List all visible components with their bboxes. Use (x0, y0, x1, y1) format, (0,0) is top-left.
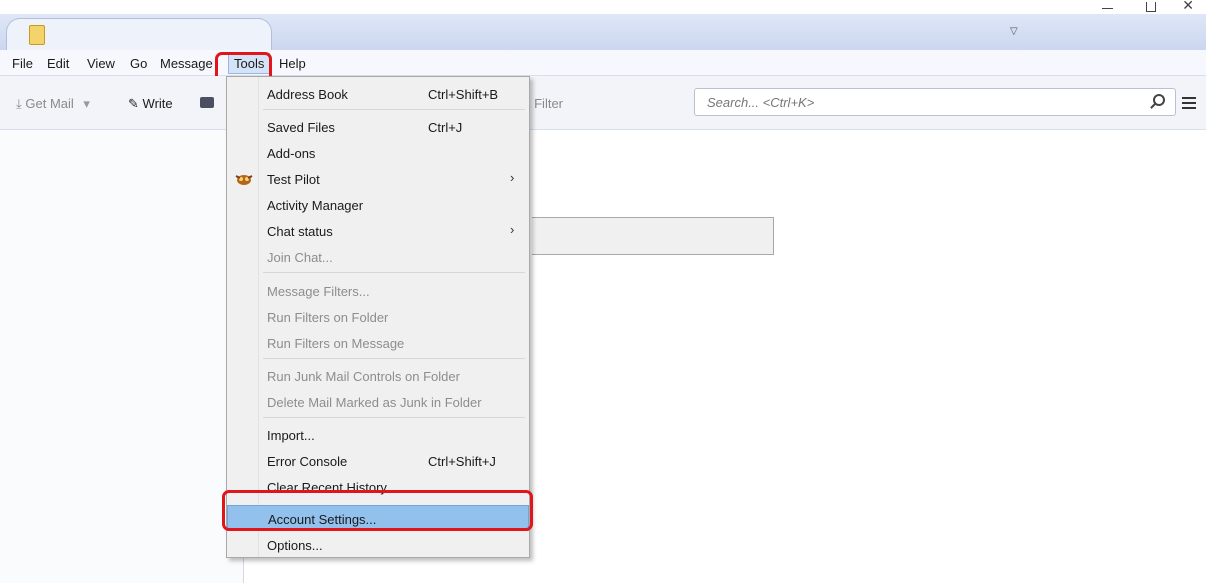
app-menu-icon[interactable] (1182, 97, 1196, 109)
test-pilot-icon (235, 171, 253, 187)
folder-icon (29, 25, 45, 45)
menuitem-activity-manager[interactable]: Activity Manager (230, 193, 526, 217)
menu-bar: File Edit View Go Message Tools Help (0, 50, 1206, 76)
window-controls: ✕ (1086, 0, 1206, 14)
get-mail-button[interactable]: ⤓ Get Mail ▾ (16, 96, 90, 112)
menu-separator (263, 109, 525, 110)
menuitem-run-junk-controls: Run Junk Mail Controls on Folder (267, 369, 460, 384)
menuitem-test-pilot[interactable]: Test Pilot › (230, 167, 526, 191)
tab-bar: ▽ (0, 14, 1206, 52)
account-central-box (532, 217, 774, 255)
menu-go[interactable]: Go (130, 56, 147, 71)
chat-icon (200, 97, 214, 108)
menu-separator (263, 358, 525, 359)
menuitem-message-filters: Message Filters... (267, 284, 370, 299)
mail-toolbar: ⤓ Get Mail ▾ ✎ Write k Filter Search... … (0, 76, 1206, 130)
pencil-icon: ✎ (128, 96, 139, 111)
menuitem-error-console[interactable]: Error Console Ctrl+Shift+J (230, 449, 526, 473)
menuitem-chat-status[interactable]: Chat status › (230, 219, 526, 243)
maximize-icon[interactable] (1146, 2, 1156, 12)
tab-mail[interactable] (6, 18, 272, 52)
tab-list-dropdown-icon[interactable]: ▽ (1010, 26, 1018, 37)
minimize-icon[interactable] (1102, 8, 1113, 9)
menuitem-add-ons[interactable]: Add-ons (230, 141, 526, 165)
menuitem-join-chat: Join Chat... (267, 250, 333, 265)
chat-button[interactable] (200, 96, 214, 111)
menuitem-run-filters-message: Run Filters on Message (267, 336, 405, 351)
submenu-arrow-icon: › (510, 170, 515, 185)
menuitem-delete-junk: Delete Mail Marked as Junk in Folder (267, 395, 482, 410)
menu-edit[interactable]: Edit (47, 56, 69, 71)
menuitem-address-book[interactable]: Address Book Ctrl+Shift+B (230, 82, 526, 106)
menu-view[interactable]: View (87, 56, 115, 71)
menu-help[interactable]: Help (279, 56, 306, 71)
chevron-down-icon[interactable]: ▾ (83, 96, 90, 111)
search-input[interactable]: Search... <Ctrl+K> (694, 88, 1176, 116)
write-button[interactable]: ✎ Write (128, 96, 173, 112)
account-settings-highlight-box (222, 490, 533, 531)
menu-message[interactable]: Message (160, 56, 213, 71)
submenu-arrow-icon: › (510, 222, 515, 237)
tools-menu: Address Book Ctrl+Shift+B Saved Files Ct… (226, 76, 530, 558)
menu-separator (263, 417, 525, 418)
folder-pane (0, 130, 244, 583)
search-placeholder: Search... <Ctrl+K> (707, 95, 815, 110)
close-icon[interactable]: ✕ (1182, 0, 1194, 12)
download-icon: ⤓ (16, 96, 22, 111)
menu-file[interactable]: File (12, 56, 33, 71)
menuitem-options[interactable]: Options... (230, 533, 526, 557)
menuitem-run-filters-folder: Run Filters on Folder (267, 310, 389, 325)
menu-separator (263, 272, 525, 273)
menuitem-import[interactable]: Import... (230, 423, 526, 447)
search-icon[interactable] (1153, 94, 1165, 106)
menuitem-saved-files[interactable]: Saved Files Ctrl+J (230, 115, 526, 139)
